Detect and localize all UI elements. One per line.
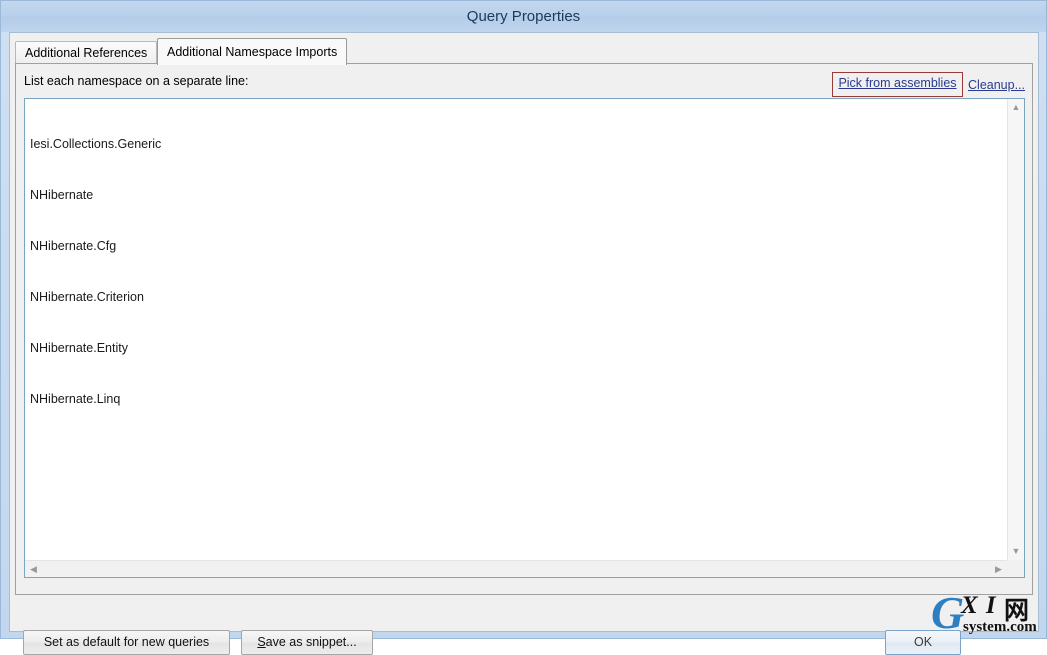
- save-as-snippet-label: ave as snippet...: [265, 635, 357, 649]
- pick-from-assemblies-highlight: Pick from assemblies: [832, 72, 963, 97]
- namespace-line: NHibernate.Linq: [30, 392, 121, 406]
- namespace-line: NHibernate.Entity: [30, 341, 128, 355]
- query-properties-dialog: Query Properties Additional References A…: [0, 0, 1047, 655]
- cleanup-link[interactable]: Cleanup...: [968, 78, 1025, 92]
- hint-label: List each namespace on a separate line:: [24, 74, 249, 88]
- set-as-default-label: Set as default for new queries: [43, 635, 210, 649]
- set-as-default-button[interactable]: Set as default for new queries: [23, 630, 230, 655]
- namespace-line: NHibernate: [30, 188, 94, 202]
- tab-strip: Additional References Additional Namespa…: [15, 38, 1033, 65]
- save-as-snippet-button[interactable]: Save as snippet...: [241, 630, 373, 655]
- tab-additional-references[interactable]: Additional References: [15, 41, 158, 64]
- tab-page-namespace-imports: List each namespace on a separate line: …: [15, 63, 1033, 595]
- namespace-line: NHibernate.Criterion: [30, 290, 144, 304]
- namespace-line: Iesi.Collections.Generic: [30, 137, 162, 151]
- save-as-snippet-accel: S: [257, 635, 266, 649]
- ok-label: OK: [913, 635, 933, 649]
- tab-additional-namespace-imports[interactable]: Additional Namespace Imports: [157, 38, 348, 65]
- namespace-line: NHibernate.Cfg: [30, 239, 117, 253]
- scrollbar-corner: [1007, 560, 1024, 577]
- pick-from-assemblies-link[interactable]: Pick from assemblies: [838, 76, 956, 90]
- horizontal-scrollbar[interactable]: ◀ ▶: [25, 560, 1007, 577]
- tab-label: Additional Namespace Imports: [167, 45, 338, 59]
- scroll-right-icon[interactable]: ▶: [990, 561, 1007, 577]
- window-title: Query Properties: [466, 8, 581, 25]
- vertical-scrollbar[interactable]: ▲ ▼: [1007, 99, 1024, 560]
- tab-label: Additional References: [25, 46, 148, 60]
- panel-links: Pick from assemblies Cleanup...: [832, 72, 1025, 99]
- ok-button[interactable]: OK: [885, 630, 961, 655]
- scroll-up-icon[interactable]: ▲: [1008, 99, 1024, 116]
- dialog-client-area: Additional References Additional Namespa…: [9, 32, 1039, 655]
- title-bar: Query Properties: [1, 1, 1046, 32]
- scroll-down-icon[interactable]: ▼: [1008, 543, 1024, 560]
- namespace-list-text[interactable]: Iesi.Collections.Generic NHibernate NHib…: [30, 102, 1005, 559]
- scroll-left-icon[interactable]: ◀: [25, 561, 42, 577]
- namespace-editor[interactable]: Iesi.Collections.Generic NHibernate NHib…: [24, 98, 1025, 578]
